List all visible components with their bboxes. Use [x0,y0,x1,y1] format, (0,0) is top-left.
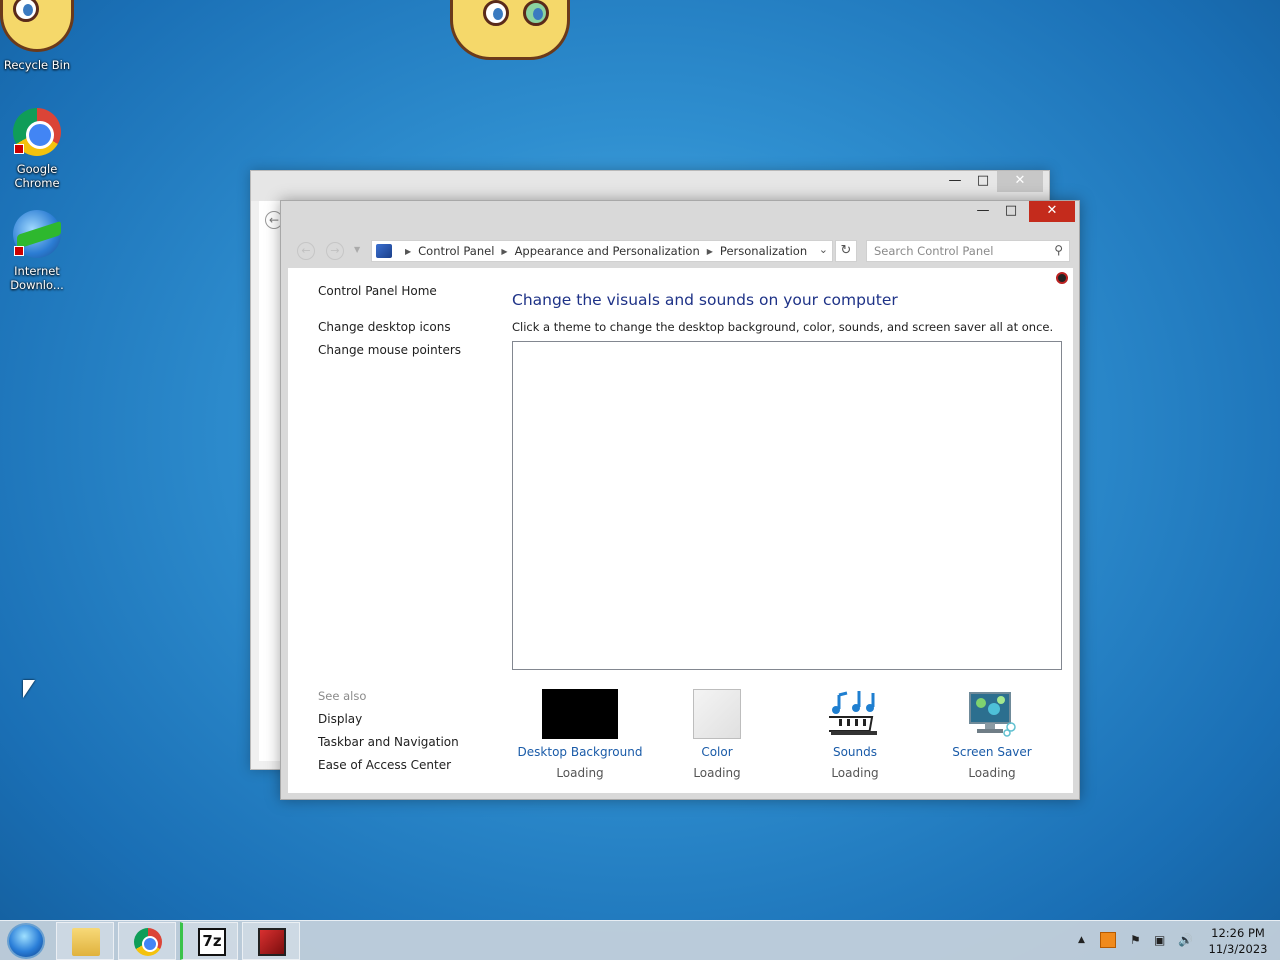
navigation-toolbar: ← → ▼ ▶ Control Panel ▶ Appearance and Pers… [281,231,1079,268]
breadcrumb-appearance[interactable]: Appearance and Personalization [515,244,700,258]
minimize-button[interactable]: — [969,201,997,222]
clock-time: 12:26 PM [1211,926,1265,940]
network-icon[interactable]: ▣ [1154,933,1165,947]
close-button[interactable]: ✕ [1029,201,1075,222]
file-explorer-icon [72,928,100,956]
desktop-icon-label: Google Chrome [14,162,60,190]
taskbar-chrome[interactable] [118,922,176,960]
shortcut-badge-icon [14,144,24,154]
show-hidden-icons-chevron-icon[interactable]: ▲ [1078,935,1085,945]
red-app-icon [258,928,286,956]
forward-button[interactable]: → [326,242,344,260]
desktop-icon-recycle-bin[interactable]: Recycle Bin [0,58,74,72]
desktop-icon-label: Recycle Bin [3,58,71,72]
taskbar-7zip[interactable]: 7z [180,922,238,960]
taskbar-red-app[interactable] [242,922,300,960]
change-mouse-pointers-link[interactable]: Change mouse pointers [318,343,461,357]
maximize-button[interactable]: □ [997,201,1025,222]
change-desktop-icons-link[interactable]: Change desktop icons [318,320,451,334]
search-icon[interactable]: ⚲ [1054,243,1063,257]
screen-saver-icon[interactable] [967,689,1017,739]
taskbar-navigation-link[interactable]: Taskbar and Navigation [318,735,459,749]
setting-label[interactable]: Sounds [790,745,920,759]
desktop-background-setting[interactable]: Desktop Background Loading [515,689,645,780]
sounds-icon[interactable] [824,689,881,739]
breadcrumb-separator-icon[interactable]: ▶ [501,247,507,256]
close-button[interactable]: ✕ [997,171,1043,192]
address-bar[interactable]: ▶ Control Panel ▶ Appearance and Personaliz… [371,240,833,262]
setting-label[interactable]: Color [652,745,782,759]
desktop-background-thumbnail[interactable] [542,689,618,739]
setting-label[interactable]: Screen Saver [927,745,1057,759]
recycle-bin-cartoon-icon [0,0,74,52]
search-input[interactable]: Search Control Panel ⚲ [866,240,1070,262]
maximize-button[interactable]: □ [969,171,997,192]
breadcrumb-personalization[interactable]: Personalization [720,244,807,258]
desktop-icon-label: Internet Downlo... [10,264,64,292]
action-center-flag-icon[interactable]: ⚑ [1130,933,1141,947]
desktop-icon-internet-download-manager[interactable]: Internet Downlo... [0,210,74,292]
setting-status: Loading [831,766,879,780]
breadcrumb-separator-icon[interactable]: ▶ [405,247,411,256]
see-also-heading: See also [318,689,367,703]
back-button[interactable]: ← [297,242,315,260]
personalization-window[interactable]: — □ ✕ ← → ▼ ▶ Control Panel ▶ Appearance an… [280,200,1080,800]
mouse-cursor-icon [23,680,35,698]
wallpaper-character-icon [450,0,570,60]
color-swatch-icon[interactable] [693,689,741,739]
breadcrumb-separator-icon[interactable]: ▶ [707,247,713,256]
taskbar-file-explorer[interactable] [56,922,114,960]
help-icon[interactable] [1056,272,1068,284]
chrome-icon [134,928,162,956]
refresh-button[interactable]: ↻ [835,240,857,262]
system-clock[interactable]: 12:26 PM 11/3/2023 [1205,925,1271,957]
control-panel-icon [376,244,392,258]
content-pane: Control Panel Home Change desktop icons … [288,268,1073,793]
sounds-setting[interactable]: Sounds Loading [790,689,920,780]
setting-status: Loading [968,766,1016,780]
ease-of-access-link[interactable]: Ease of Access Center [318,758,451,772]
address-dropdown-chevron-icon[interactable]: ⌄ [819,243,828,256]
7zip-icon: 7z [198,928,226,956]
volume-icon[interactable]: 🔊 [1178,933,1193,947]
minimize-button[interactable]: — [941,171,969,192]
setting-status: Loading [556,766,604,780]
setting-label[interactable]: Desktop Background [515,745,645,759]
page-description: Click a theme to change the desktop back… [512,320,1054,334]
background-window-titlebar[interactable]: — □ ✕ [251,171,1049,201]
setting-status: Loading [693,766,741,780]
breadcrumb: ▶ Control Panel ▶ Appearance and Personaliz… [398,244,807,258]
clock-date: 11/3/2023 [1208,942,1268,956]
search-placeholder: Search Control Panel [874,244,994,258]
screen-saver-setting[interactable]: Screen Saver Loading [927,689,1057,780]
control-panel-home-link[interactable]: Control Panel Home [318,284,437,298]
page-title: Change the visuals and sounds on your co… [512,291,898,309]
themes-list[interactable] [512,341,1062,670]
color-setting[interactable]: Color Loading [652,689,782,780]
window-titlebar[interactable]: — □ ✕ [281,201,1079,231]
tray-app-icon[interactable] [1100,932,1116,948]
breadcrumb-control-panel[interactable]: Control Panel [418,244,494,258]
shortcut-badge-icon [14,246,24,256]
recent-pages-chevron-icon[interactable]: ▼ [354,245,360,254]
desktop-icon-google-chrome[interactable]: Google Chrome [0,108,74,190]
start-button[interactable] [7,923,45,959]
display-link[interactable]: Display [318,712,362,726]
taskbar: 7z ▲ ⚑ ▣ 🔊 12:26 PM 11/3/2023 [0,920,1280,960]
